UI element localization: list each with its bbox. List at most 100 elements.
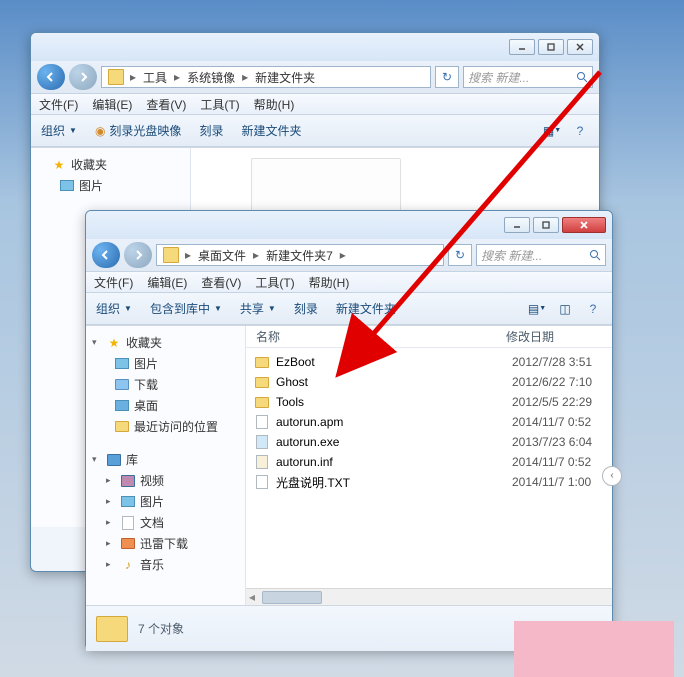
sidebar-item[interactable]: ▸视频 — [86, 470, 245, 491]
view-options-button[interactable]: ▦▼ — [543, 122, 561, 140]
menu-file[interactable]: 文件(F) — [39, 96, 78, 113]
share-button[interactable]: 共享▼ — [240, 300, 276, 317]
sidebar-library[interactable]: ▾库 — [86, 449, 245, 470]
refresh-button[interactable]: ↻ — [448, 244, 472, 266]
menu-help[interactable]: 帮助(H) — [309, 274, 350, 291]
maximize-button[interactable] — [533, 217, 559, 233]
sidebar-item[interactable]: ▸迅雷下载 — [86, 533, 245, 554]
download-icon — [120, 536, 136, 552]
help-icon[interactable]: ? — [571, 122, 589, 140]
expand-icon: ▸ — [106, 475, 116, 486]
file-list[interactable]: EzBoot2012/7/28 3:51Ghost2012/6/22 7:10T… — [246, 348, 612, 588]
menu-edit[interactable]: 编辑(E) — [92, 96, 132, 113]
breadcrumb[interactable]: ▸ 桌面文件 ▸ 新建文件夹7 ▸ — [156, 244, 444, 266]
sidebar-item[interactable]: ▸图片 — [86, 491, 245, 512]
expand-icon: ▸ — [106, 517, 116, 528]
sidebar: ▾★收藏夹 图片 下载 桌面 最近访问的位置 ▾库 ▸视频 ▸图片 ▸文档 ▸迅… — [86, 326, 246, 605]
search-input[interactable]: 搜索 新建... — [476, 244, 606, 266]
file-row[interactable]: autorun.exe2013/7/23 6:04 — [246, 432, 612, 452]
desktop-icon — [114, 398, 130, 414]
breadcrumb[interactable]: ▸ 工具 ▸ 系统镜像 ▸ 新建文件夹 — [101, 66, 431, 88]
library-icon — [106, 452, 122, 468]
sidebar-item[interactable]: 下载 — [86, 374, 245, 395]
new-folder-button[interactable]: 新建文件夹 — [241, 122, 301, 139]
menu-file[interactable]: 文件(F) — [94, 274, 133, 291]
file-date: 2013/7/23 6:04 — [512, 435, 592, 449]
sidebar-item[interactable]: ▸♪音乐 — [86, 554, 245, 575]
back-button[interactable] — [92, 242, 120, 268]
sidebar-item[interactable]: 图片 — [86, 353, 245, 374]
close-button[interactable] — [562, 217, 606, 233]
view-options-button[interactable]: ▤▼ — [528, 300, 546, 318]
sidebar-favorites[interactable]: ★收藏夹 — [31, 154, 190, 175]
burn-button[interactable]: 刻录 — [294, 300, 318, 317]
menu-view[interactable]: 查看(V) — [201, 274, 241, 291]
minimize-button[interactable] — [509, 39, 535, 55]
chevron-right-icon: ▸ — [240, 70, 250, 84]
file-icon — [254, 414, 270, 430]
expand-icon: ▸ — [106, 496, 116, 507]
forward-button[interactable] — [69, 64, 97, 90]
toolbar: 组织▼ 包含到库中▼ 共享▼ 刻录 新建文件夹 ▤▼ ◫ ? — [86, 293, 612, 325]
toolbar: 组织▼ ◉刻录光盘映像 刻录 新建文件夹 ▦▼ ? — [31, 115, 599, 147]
file-date: 2014/11/7 0:52 — [512, 455, 591, 469]
search-icon — [589, 249, 601, 261]
menu-tools[interactable]: 工具(T) — [200, 96, 239, 113]
sidebar-item[interactable]: 最近访问的位置 — [86, 416, 245, 437]
include-library-button[interactable]: 包含到库中▼ — [150, 300, 222, 317]
folder-icon — [96, 616, 128, 642]
scroll-left-icon[interactable]: ◂ — [246, 590, 258, 604]
chevron-right-icon: ▸ — [128, 70, 138, 84]
file-row[interactable]: EzBoot2012/7/28 3:51 — [246, 352, 612, 372]
menu-view[interactable]: 查看(V) — [146, 96, 186, 113]
column-date[interactable]: 修改日期 — [496, 328, 564, 345]
back-button[interactable] — [37, 64, 65, 90]
minimize-button[interactable] — [504, 217, 530, 233]
file-row[interactable]: 光盘说明.TXT 2014/11/7 1:00 — [246, 472, 612, 492]
scrollbar-thumb[interactable] — [262, 591, 322, 604]
refresh-button[interactable]: ↻ — [435, 66, 459, 88]
file-name: 光盘说明.TXT — [276, 474, 506, 491]
breadcrumb-item[interactable]: 系统镜像 — [182, 69, 240, 86]
menubar: 文件(F) 编辑(E) 查看(V) 工具(T) 帮助(H) — [31, 93, 599, 115]
sidebar-item[interactable]: 桌面 — [86, 395, 245, 416]
menu-edit[interactable]: 编辑(E) — [147, 274, 187, 291]
column-name[interactable]: 名称 — [246, 328, 496, 345]
sidebar-item-pictures[interactable]: 图片 — [31, 175, 190, 196]
folder-icon — [254, 374, 270, 390]
menu-help[interactable]: 帮助(H) — [254, 96, 295, 113]
picture-icon — [120, 494, 136, 510]
chevron-right-icon: ▸ — [338, 248, 348, 262]
help-icon[interactable]: ? — [584, 300, 602, 318]
file-date: 2014/11/7 1:00 — [512, 475, 591, 489]
breadcrumb-item[interactable]: 桌面文件 — [193, 247, 251, 264]
file-row[interactable]: autorun.apm2014/11/7 0:52 — [246, 412, 612, 432]
organize-button[interactable]: 组织▼ — [41, 122, 77, 139]
file-date: 2012/7/28 3:51 — [512, 355, 592, 369]
preview-pane-button[interactable]: ◫ — [556, 300, 574, 318]
sidebar-item[interactable]: ▸文档 — [86, 512, 245, 533]
burn-button[interactable]: 刻录 — [199, 122, 223, 139]
file-row[interactable]: Tools2012/5/5 22:29 — [246, 392, 612, 412]
file-row[interactable]: Ghost2012/6/22 7:10 — [246, 372, 612, 392]
new-folder-button[interactable]: 新建文件夹 — [336, 300, 396, 317]
maximize-button[interactable] — [538, 39, 564, 55]
sidebar-favorites[interactable]: ▾★收藏夹 — [86, 332, 245, 353]
burn-image-button[interactable]: ◉刻录光盘映像 — [95, 122, 182, 139]
breadcrumb-item[interactable]: 新建文件夹7 — [261, 247, 338, 264]
search-icon — [576, 71, 588, 83]
folder-icon — [254, 394, 270, 410]
search-input[interactable]: 搜索 新建... — [463, 66, 593, 88]
nav-row: ▸ 桌面文件 ▸ 新建文件夹7 ▸ ↻ 搜索 新建... — [86, 239, 612, 271]
close-button[interactable] — [567, 39, 593, 55]
expand-chevron[interactable]: ‹ — [602, 466, 622, 486]
menu-tools[interactable]: 工具(T) — [255, 274, 294, 291]
video-icon — [120, 473, 136, 489]
disc-icon: ◉ — [95, 124, 105, 138]
horizontal-scrollbar[interactable]: ◂ — [246, 588, 612, 605]
organize-button[interactable]: 组织▼ — [96, 300, 132, 317]
file-row[interactable]: autorun.inf2014/11/7 0:52 — [246, 452, 612, 472]
breadcrumb-item[interactable]: 新建文件夹 — [250, 69, 320, 86]
breadcrumb-item[interactable]: 工具 — [138, 69, 172, 86]
forward-button[interactable] — [124, 242, 152, 268]
